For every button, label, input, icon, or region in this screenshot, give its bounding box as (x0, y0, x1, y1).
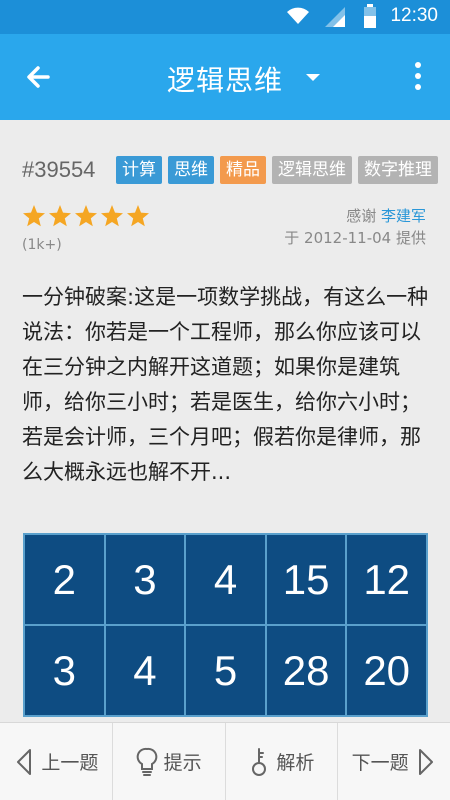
star-icon (49, 205, 71, 227)
grid-cell: 20 (347, 626, 426, 715)
grid-cell: 2 (25, 535, 104, 624)
rating-stars (22, 204, 150, 228)
app-bar: 逻辑思维 (0, 34, 450, 120)
credit-line: 感谢 李建军 (346, 205, 426, 226)
page-title[interactable]: 逻辑思维 (0, 59, 450, 99)
chevron-right-icon (418, 748, 433, 775)
star-icon (127, 205, 149, 227)
status-time: 12:30 (390, 5, 438, 26)
analysis-button[interactable]: 解析 (226, 723, 339, 800)
question-id: #39554 (22, 157, 96, 182)
more-vert-icon[interactable] (410, 62, 426, 96)
grid-cell: 28 (266, 626, 346, 715)
tag-list: 计算 思维 精品 逻辑思维 数字推理 (116, 156, 438, 184)
prev-button[interactable]: 上一题 (0, 723, 113, 800)
lightbulb-icon (136, 747, 157, 776)
author-link[interactable]: 李建军 (381, 207, 426, 225)
star-icon (75, 205, 97, 227)
caret-down-icon[interactable] (306, 74, 320, 81)
grid-cell: 3 (105, 535, 185, 624)
battery-icon (364, 4, 376, 28)
star-icon (101, 205, 123, 227)
tag[interactable]: 思维 (168, 156, 214, 184)
grid-cell: 4 (105, 626, 185, 715)
key-icon (252, 747, 267, 776)
status-bar: 12:30 (0, 0, 450, 34)
wifi-icon (287, 7, 309, 24)
grid-cell: 15 (266, 535, 346, 624)
analysis-label: 解析 (276, 752, 315, 774)
rating-count: (1k+) (22, 237, 62, 253)
number-grid: 2 3 4 15 12 3 4 5 28 20 (23, 533, 428, 717)
hint-label: 提示 (163, 752, 202, 774)
provided-date: 于 2012-11-04 提供 (284, 229, 426, 247)
chevron-left-icon (17, 748, 32, 775)
question-content: #39554 计算 思维 精品 逻辑思维 数字推理 (1k+) 感谢 李建军 于… (0, 120, 450, 722)
tag[interactable]: 计算 (116, 156, 162, 184)
grid-cell: 12 (347, 535, 426, 624)
tag[interactable]: 精品 (220, 156, 266, 184)
hint-button[interactable]: 提示 (113, 723, 226, 800)
grid-cell: 3 (25, 626, 104, 715)
bottom-nav: 上一题 提示 解析 下一题 (0, 722, 450, 800)
thanks-label: 感谢 (346, 207, 377, 225)
signal-icon (325, 7, 345, 27)
next-button[interactable]: 下一题 (338, 723, 450, 800)
prev-label: 上一题 (41, 752, 99, 774)
next-label: 下一题 (351, 752, 409, 774)
tag[interactable]: 逻辑思维 (272, 156, 352, 184)
tag[interactable]: 数字推理 (358, 156, 438, 184)
question-text: 一分钟破案:这是一项数学挑战，有这么一种说法：你若是一个工程师，那么你应该可以在… (22, 285, 429, 484)
grid-cell: 5 (186, 626, 265, 715)
grid-cell: 4 (186, 535, 265, 624)
star-icon (23, 205, 45, 227)
